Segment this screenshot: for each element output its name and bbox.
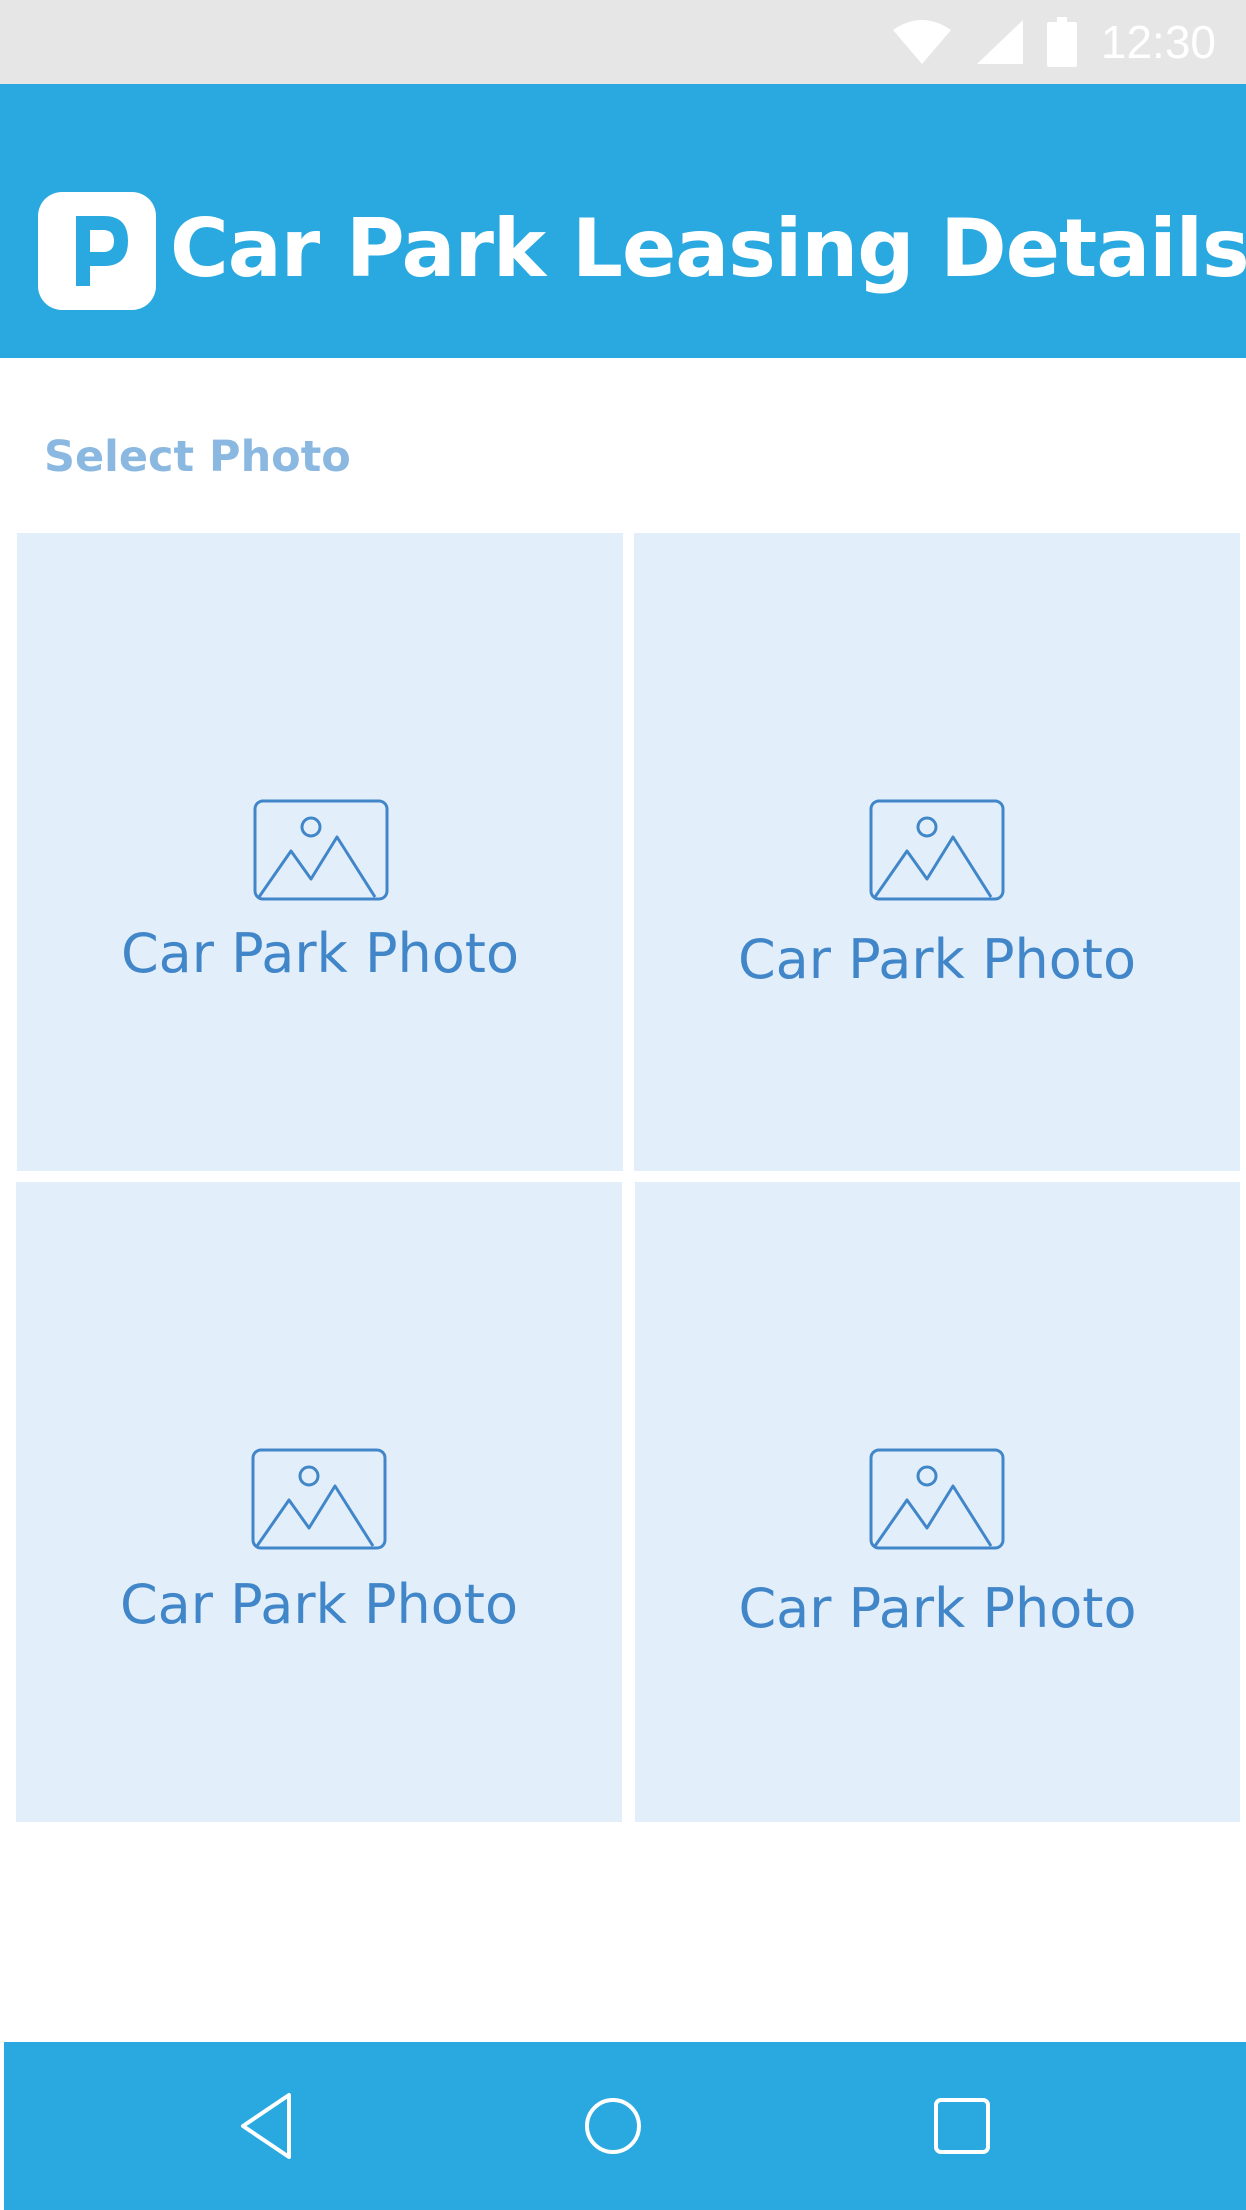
battery-icon — [1046, 17, 1077, 67]
recents-icon — [934, 2098, 990, 2154]
photo-tile[interactable]: Car Park Photo — [16, 1182, 622, 1822]
back-icon — [241, 2093, 291, 2159]
home-icon — [585, 2098, 641, 2154]
app-bar: Car Park Leasing Details — [0, 84, 1246, 358]
page-title: Car Park Leasing Details — [170, 202, 1246, 295]
photo-label: Car Park Photo — [120, 922, 520, 985]
photo-label: Car Park Photo — [738, 1577, 1137, 1640]
recents-button[interactable] — [902, 2042, 1022, 2210]
image-placeholder-icon — [869, 1448, 1005, 1550]
status-time: 12:30 — [1100, 16, 1216, 68]
photo-label: Car Park Photo — [119, 1573, 519, 1636]
parking-logo-icon — [38, 192, 156, 310]
image-placeholder-icon — [253, 799, 389, 901]
photo-tile[interactable]: Car Park Photo — [17, 533, 623, 1171]
image-placeholder-icon — [251, 1448, 387, 1550]
photo-label: Car Park Photo — [737, 928, 1137, 991]
wifi-icon — [892, 20, 951, 64]
photo-tile[interactable]: Car Park Photo — [635, 1182, 1240, 1822]
home-button[interactable] — [553, 2042, 673, 2210]
navigation-bar — [4, 2042, 1246, 2210]
back-button[interactable] — [207, 2042, 327, 2210]
status-icons: 12:30 — [891, 0, 1216, 84]
section-label: Select Photo — [44, 432, 351, 482]
cell-signal-icon — [976, 20, 1023, 64]
status-bar: 12:30 — [0, 0, 1246, 84]
image-placeholder-icon — [869, 799, 1005, 901]
photo-tile[interactable]: Car Park Photo — [634, 533, 1240, 1171]
